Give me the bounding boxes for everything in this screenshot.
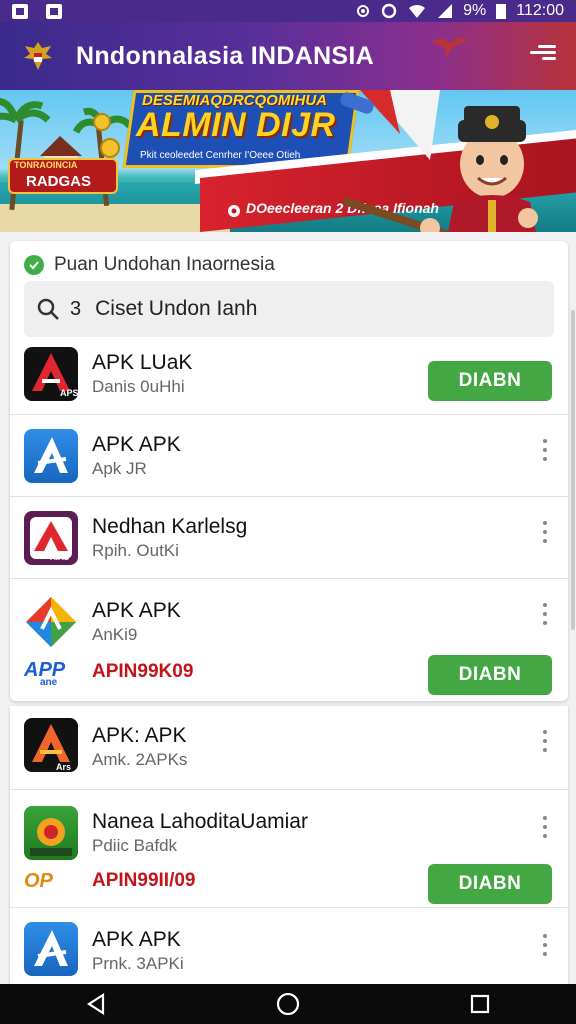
check-icon [24,255,44,275]
app-icon-label: Ars [56,762,72,772]
app-name: APK APK [92,599,181,622]
app-name: Nanea LahoditaUamiar [92,810,308,833]
list-item[interactable]: AIAS Nedhan Karlelsg Rpih. OutKi [10,497,568,579]
list-item[interactable]: Nanea LahoditaUamiar Pdiic Bafdk OP APIN… [10,790,568,908]
app-icon [24,922,78,976]
island-label-small: TONRAOINCIA [14,160,78,170]
more-vert-icon[interactable] [540,439,550,461]
app-subtitle: Danis 0uHhi [92,377,185,396]
app-icon-label: AIAS [50,553,70,562]
search-input[interactable]: 3 Ciset Undon Ianh [24,281,554,337]
battery-icon [496,3,507,19]
download-button[interactable]: DIABN [428,361,552,401]
promo-code: APIN99II/09 [92,870,196,891]
more-vert-icon[interactable] [540,521,550,543]
list-item[interactable]: APK APK Apk JR [10,415,568,497]
gear-icon [228,205,240,217]
app-subtitle: Pdiic Bafdk [92,836,178,855]
garuda-emblem-icon [18,36,58,76]
promo-code: APIN99K09 [92,661,194,682]
settings-status-icon [357,5,370,17]
promo-logo: OP [24,870,53,892]
app-icon [24,806,78,860]
more-vert-icon[interactable] [540,730,550,752]
list-item[interactable]: APS APK LUaK Danis 0uHhi DIABN [10,341,568,415]
download-button[interactable]: DIABN [428,864,552,904]
app-name: APK: APK [92,724,187,747]
bird-icon [432,37,468,58]
notification-icon [12,3,28,19]
app-icon [24,429,78,483]
system-nav-bar [0,984,576,1024]
app-name: APK APK [92,433,181,456]
app-subtitle: Amk. 2APKs [92,750,188,769]
promo-logo-sub: ane [40,677,58,688]
download-button[interactable]: DIABN [428,655,552,695]
app-name: APK APK [92,928,181,951]
app-notification-icon [46,3,62,19]
card-title-text: Puan Undohan Inaornesia [54,254,275,275]
app-name: Nedhan Karlelsg [92,515,248,538]
wifi-icon [409,4,426,18]
list-item[interactable]: Ars APK: APK Amk. 2APKs [10,706,568,790]
app-subtitle: Prnk. 3APKi [92,954,184,973]
menu-icon[interactable] [530,42,556,68]
recent-apps-icon[interactable] [460,984,500,1024]
app-title: Nndonnalasia INDANSIA [76,41,374,70]
more-vert-icon[interactable] [540,934,550,956]
list-item[interactable]: APK APK AnKi9 APP ane APIN99K09 DIABN [10,579,568,701]
card-title: Puan Undohan Inaornesia [24,254,275,276]
coins-illustration [93,113,120,158]
back-icon[interactable] [76,984,116,1024]
search-value: Ciset Undon Ianh [95,297,258,320]
app-list-card: Puan Undohan Inaornesia 3 Ciset Undon Ia… [10,241,568,701]
promo-banner[interactable]: TONRAOINCIA RADGAS DESEMIAQDRCQOMIHUA AL… [0,90,576,232]
battery-percent: 9% [463,2,487,19]
search-prefix: 3 [70,297,82,320]
signal-icon [438,4,453,18]
banner-subline: Pkit ceoleedet Cenrher I'Oeee Otieh [140,150,301,161]
more-vert-icon[interactable] [540,816,550,838]
app-header: Nndonnalasia INDANSIA [0,22,576,90]
home-icon[interactable] [268,984,308,1024]
app-subtitle: Apk JR [92,459,147,478]
app-list-card-2: Ars APK: APK Amk. 2APKs Nanea LahoditaUa… [10,706,568,986]
status-bar: 9% 112:00 [0,0,576,22]
island-label: RADGAS [26,173,92,190]
scrollbar[interactable] [571,310,575,630]
sync-icon [381,3,397,19]
app-subtitle: Rpih. OutKi [92,541,179,560]
app-icon [24,595,78,649]
list-item[interactable]: APK APK Prnk. 3APKi [10,908,568,986]
clock: 112:00 [516,2,564,19]
search-icon [37,298,59,320]
app-icon-label: APS [60,388,79,398]
app-name: APK LUaK [92,351,193,374]
mascot-illustration [340,90,538,232]
banner-headline: ALMIN DIJR [136,106,336,144]
app-subtitle: AnKi9 [92,625,138,644]
more-vert-icon[interactable] [540,603,550,625]
